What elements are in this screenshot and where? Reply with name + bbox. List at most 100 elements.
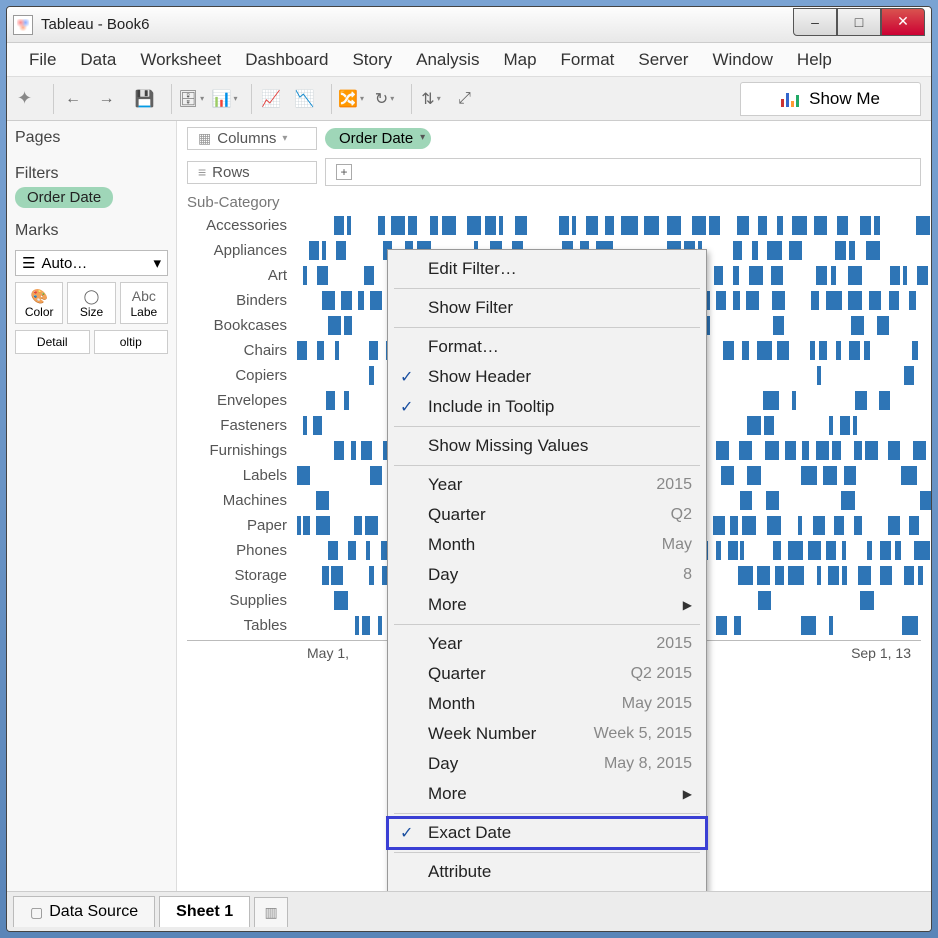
menu-item-help[interactable]: Help xyxy=(785,44,844,76)
check-icon: ✓ xyxy=(400,823,413,843)
data-source-button[interactable]: 🗄▾ xyxy=(171,84,203,114)
show-me-button[interactable]: Show Me xyxy=(740,82,921,116)
menu-item-month[interactable]: Month May xyxy=(388,530,706,560)
menu-item-value: 2015 xyxy=(656,476,692,494)
menu-item-edit-filter[interactable]: Edit Filter… xyxy=(388,254,706,284)
menu-item-label: Include in Tooltip xyxy=(428,397,554,417)
rows-shelf[interactable]: ≡ Rows xyxy=(187,161,317,184)
category-label: Labels xyxy=(187,467,297,484)
menu-item-format[interactable]: Format… xyxy=(388,332,706,362)
check-icon: ✓ xyxy=(400,367,413,387)
columns-pill-order-date[interactable]: Order Date ▾ xyxy=(325,128,431,149)
category-label: Envelopes xyxy=(187,392,297,409)
marks-oltip-button[interactable]: oltip xyxy=(94,330,169,354)
marks-color-button[interactable]: 🎨Color xyxy=(15,282,63,324)
rows-shelf-drop-area[interactable]: + xyxy=(325,158,921,186)
menu-item-label: Year xyxy=(428,475,462,495)
menu-item-day[interactable]: Day8 xyxy=(388,560,706,590)
marks-type-select[interactable]: ☰ Auto… ▾ xyxy=(15,250,168,276)
window-minimize-button[interactable]: – xyxy=(793,8,837,36)
menu-item-week-number[interactable]: Week NumberWeek 5, 2015 xyxy=(388,719,706,749)
menu-item-label: Day xyxy=(428,754,458,774)
window-maximize-button[interactable]: □ xyxy=(837,8,881,36)
clear-sheet-button[interactable]: 📉 xyxy=(289,84,321,114)
menu-item-show-header[interactable]: ✓Show Header xyxy=(388,362,706,392)
menu-item-exact-date[interactable]: ✓ Exact Date xyxy=(388,818,706,848)
menubar: FileDataWorksheetDashboardStoryAnalysisM… xyxy=(7,43,931,77)
tableau-logo-icon xyxy=(13,15,33,35)
add-icon[interactable]: + xyxy=(336,164,352,180)
menu-item-measure[interactable]: Measure▶ xyxy=(388,887,706,891)
columns-shelf[interactable]: ▦ Columns ▾ xyxy=(187,127,317,150)
menu-item-label: Exact Date xyxy=(428,823,511,843)
category-label: Bookcases xyxy=(187,317,297,334)
menu-item-quarter[interactable]: QuarterQ2 2015 xyxy=(388,659,706,689)
menu-item-worksheet[interactable]: Worksheet xyxy=(128,44,233,76)
new-worksheet-tab[interactable]: ▥ xyxy=(254,897,288,927)
menu-item-attribute[interactable]: Attribute xyxy=(388,857,706,887)
chevron-down-icon: ▾ xyxy=(420,132,425,143)
pages-panel-title: Pages xyxy=(15,129,168,147)
chart-header: Sub-Category xyxy=(187,194,921,211)
menu-item-story[interactable]: Story xyxy=(340,44,404,76)
marks-select-label: Auto… xyxy=(41,255,87,272)
columns-shelf-label: Columns xyxy=(217,130,276,147)
menu-item-more[interactable]: More ▶ xyxy=(388,590,706,620)
swap-button[interactable]: 🔀▾ xyxy=(331,84,363,114)
marks-detail-button[interactable]: Detail xyxy=(15,330,90,354)
category-label: Fasteners xyxy=(187,417,297,434)
menu-item-include-in-tooltip[interactable]: ✓Include in Tooltip xyxy=(388,392,706,422)
chevron-right-icon: ▶ xyxy=(683,598,692,612)
save-button[interactable]: 💾 xyxy=(129,84,161,114)
sheet-tabs-bar: ▢ Data Source Sheet 1 ▥ xyxy=(7,891,931,931)
category-label: Art xyxy=(187,267,297,284)
new-worksheet-button[interactable]: 📊▾ xyxy=(209,84,241,114)
category-label: Furnishings xyxy=(187,442,297,459)
marks-size-button[interactable]: ◯Size xyxy=(67,282,115,324)
forward-button[interactable]: → xyxy=(91,84,123,114)
menu-item-dashboard[interactable]: Dashboard xyxy=(233,44,340,76)
sheet-1-tab[interactable]: Sheet 1 xyxy=(159,896,250,927)
menu-item-month[interactable]: MonthMay 2015 xyxy=(388,689,706,719)
filter-pill-order-date[interactable]: Order Date xyxy=(15,187,113,208)
menu-item-value: May xyxy=(662,536,692,554)
axis-tick-label: May 1, xyxy=(307,645,349,661)
menu-item-server[interactable]: Server xyxy=(626,44,700,76)
category-label: Chairs xyxy=(187,342,297,359)
datasource-icon: ▢ xyxy=(30,904,43,921)
back-button[interactable]: ← xyxy=(53,84,85,114)
menu-item-day[interactable]: Day May 8, 2015 xyxy=(388,749,706,779)
menu-item-show-filter[interactable]: Show Filter xyxy=(388,293,706,323)
menu-item-show-missing-values[interactable]: Show Missing Values xyxy=(388,431,706,461)
menu-item-label: More xyxy=(428,595,467,615)
menu-item-label: Year xyxy=(428,634,462,654)
refresh-button[interactable]: ↻▾ xyxy=(369,84,401,114)
menu-item-window[interactable]: Window xyxy=(700,44,784,76)
menu-item-year[interactable]: Year 2015 xyxy=(388,470,706,500)
menu-item-data[interactable]: Data xyxy=(68,44,128,76)
toolbar: ← → 💾 🗄▾ 📊▾ 📈 📉 🔀▾ ↻▾ ⇅▾ ⤢ Show Me xyxy=(7,77,931,121)
window-close-button[interactable]: ✕ xyxy=(881,8,925,36)
menu-item-format[interactable]: Format xyxy=(549,44,627,76)
menu-item-quarter[interactable]: QuarterQ2 xyxy=(388,500,706,530)
category-label: Tables xyxy=(187,617,297,634)
menu-item-more[interactable]: More▶ xyxy=(388,779,706,809)
menu-item-value: May 8, 2015 xyxy=(604,755,692,773)
menu-item-analysis[interactable]: Analysis xyxy=(404,44,491,76)
data-source-tab[interactable]: ▢ Data Source xyxy=(13,896,155,927)
menu-item-map[interactable]: Map xyxy=(491,44,548,76)
menu-item-file[interactable]: File xyxy=(17,44,68,76)
gantt-marks xyxy=(297,213,921,238)
duplicate-sheet-button[interactable]: 📈 xyxy=(251,84,283,114)
fit-button[interactable]: ⤢ xyxy=(449,84,481,114)
chevron-right-icon: ▶ xyxy=(683,787,692,801)
tableau-icon[interactable] xyxy=(17,88,39,110)
sort-button[interactable]: ⇅▾ xyxy=(411,84,443,114)
menu-item-year[interactable]: Year2015 xyxy=(388,629,706,659)
show-me-icon xyxy=(781,91,799,107)
marks-labe-button[interactable]: AbcLabe xyxy=(120,282,168,324)
app-window: Tableau - Book6 – □ ✕ FileDataWorksheetD… xyxy=(6,6,932,932)
menu-item-label: Month xyxy=(428,535,475,555)
size-icon: ◯ xyxy=(70,287,112,305)
menu-item-label: Month xyxy=(428,694,475,714)
